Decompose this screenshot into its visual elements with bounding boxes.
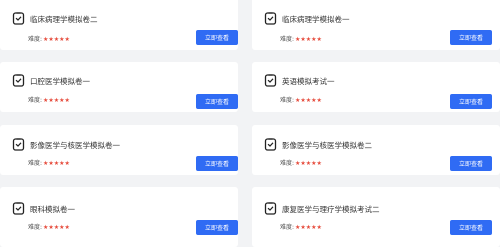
exam-card[interactable]: 口腔医学模拟卷一 难度:★★★★★ 立即查看 bbox=[0, 62, 238, 112]
exam-title: 口腔医学模拟卷一 bbox=[30, 77, 90, 86]
view-now-button[interactable]: 立即查看 bbox=[196, 30, 238, 45]
exam-title: 英语模拟考试一 bbox=[282, 77, 335, 86]
exam-paper-icon bbox=[264, 202, 277, 215]
difficulty-rating: 难度:★★★★★ bbox=[280, 34, 322, 43]
view-now-button[interactable]: 立即查看 bbox=[196, 94, 238, 109]
view-now-button[interactable]: 立即查看 bbox=[450, 94, 492, 109]
view-now-button[interactable]: 立即查看 bbox=[450, 156, 492, 171]
exam-title: 临床病理学模拟卷一 bbox=[282, 15, 350, 24]
difficulty-label: 难度: bbox=[280, 160, 295, 167]
difficulty-stars: ★★★★★ bbox=[43, 36, 70, 43]
exam-paper-icon bbox=[12, 138, 25, 151]
exam-card[interactable]: 英语模拟考试一 难度:★★★★★ 立即查看 bbox=[252, 62, 500, 112]
exam-title: 康复医学与理疗学模拟考试二 bbox=[282, 205, 380, 214]
view-now-button[interactable]: 立即查看 bbox=[196, 156, 238, 171]
exam-paper-icon bbox=[264, 12, 277, 25]
difficulty-label: 难度: bbox=[280, 36, 295, 43]
difficulty-label: 难度: bbox=[280, 224, 295, 231]
difficulty-label: 难度: bbox=[280, 97, 295, 104]
difficulty-label: 难度: bbox=[28, 36, 43, 43]
difficulty-rating: 难度:★★★★★ bbox=[280, 95, 322, 104]
difficulty-stars: ★★★★★ bbox=[43, 97, 70, 104]
exam-paper-icon bbox=[264, 74, 277, 87]
difficulty-stars: ★★★★★ bbox=[43, 224, 70, 231]
exam-card[interactable]: 临床病理学模拟卷二 难度:★★★★★ 立即查看 bbox=[0, 0, 238, 50]
difficulty-rating: 难度:★★★★★ bbox=[280, 158, 322, 167]
exam-card-grid: 临床病理学模拟卷二 难度:★★★★★ 立即查看 临床病理学模拟卷一 难度:★★★… bbox=[0, 0, 500, 247]
exam-paper-icon bbox=[12, 12, 25, 25]
exam-paper-icon bbox=[12, 74, 25, 87]
exam-card[interactable]: 影像医学与核医学模拟卷一 难度:★★★★★ 立即查看 bbox=[0, 125, 238, 175]
exam-paper-icon bbox=[12, 202, 25, 215]
difficulty-rating: 难度:★★★★★ bbox=[28, 95, 70, 104]
difficulty-stars: ★★★★★ bbox=[295, 97, 322, 104]
difficulty-label: 难度: bbox=[28, 97, 43, 104]
view-now-button[interactable]: 立即查看 bbox=[450, 220, 492, 235]
difficulty-stars: ★★★★★ bbox=[295, 36, 322, 43]
exam-title: 影像医学与核医学模拟卷二 bbox=[282, 141, 372, 150]
difficulty-stars: ★★★★★ bbox=[295, 160, 322, 167]
difficulty-rating: 难度:★★★★★ bbox=[280, 222, 322, 231]
exam-title: 临床病理学模拟卷二 bbox=[30, 15, 98, 24]
exam-title: 影像医学与核医学模拟卷一 bbox=[30, 141, 120, 150]
difficulty-rating: 难度:★★★★★ bbox=[28, 34, 70, 43]
exam-card[interactable]: 临床病理学模拟卷一 难度:★★★★★ 立即查看 bbox=[252, 0, 500, 50]
difficulty-rating: 难度:★★★★★ bbox=[28, 222, 70, 231]
exam-card[interactable]: 康复医学与理疗学模拟考试二 难度:★★★★★ 立即查看 bbox=[252, 187, 500, 247]
difficulty-stars: ★★★★★ bbox=[43, 160, 70, 167]
difficulty-label: 难度: bbox=[28, 224, 43, 231]
exam-card[interactable]: 眼科模拟卷一 难度:★★★★★ 立即查看 bbox=[0, 187, 238, 247]
exam-card[interactable]: 影像医学与核医学模拟卷二 难度:★★★★★ 立即查看 bbox=[252, 125, 500, 175]
exam-paper-icon bbox=[264, 138, 277, 151]
difficulty-label: 难度: bbox=[28, 160, 43, 167]
difficulty-stars: ★★★★★ bbox=[295, 224, 322, 231]
exam-title: 眼科模拟卷一 bbox=[30, 205, 75, 214]
difficulty-rating: 难度:★★★★★ bbox=[28, 158, 70, 167]
view-now-button[interactable]: 立即查看 bbox=[450, 30, 492, 45]
view-now-button[interactable]: 立即查看 bbox=[196, 220, 238, 235]
